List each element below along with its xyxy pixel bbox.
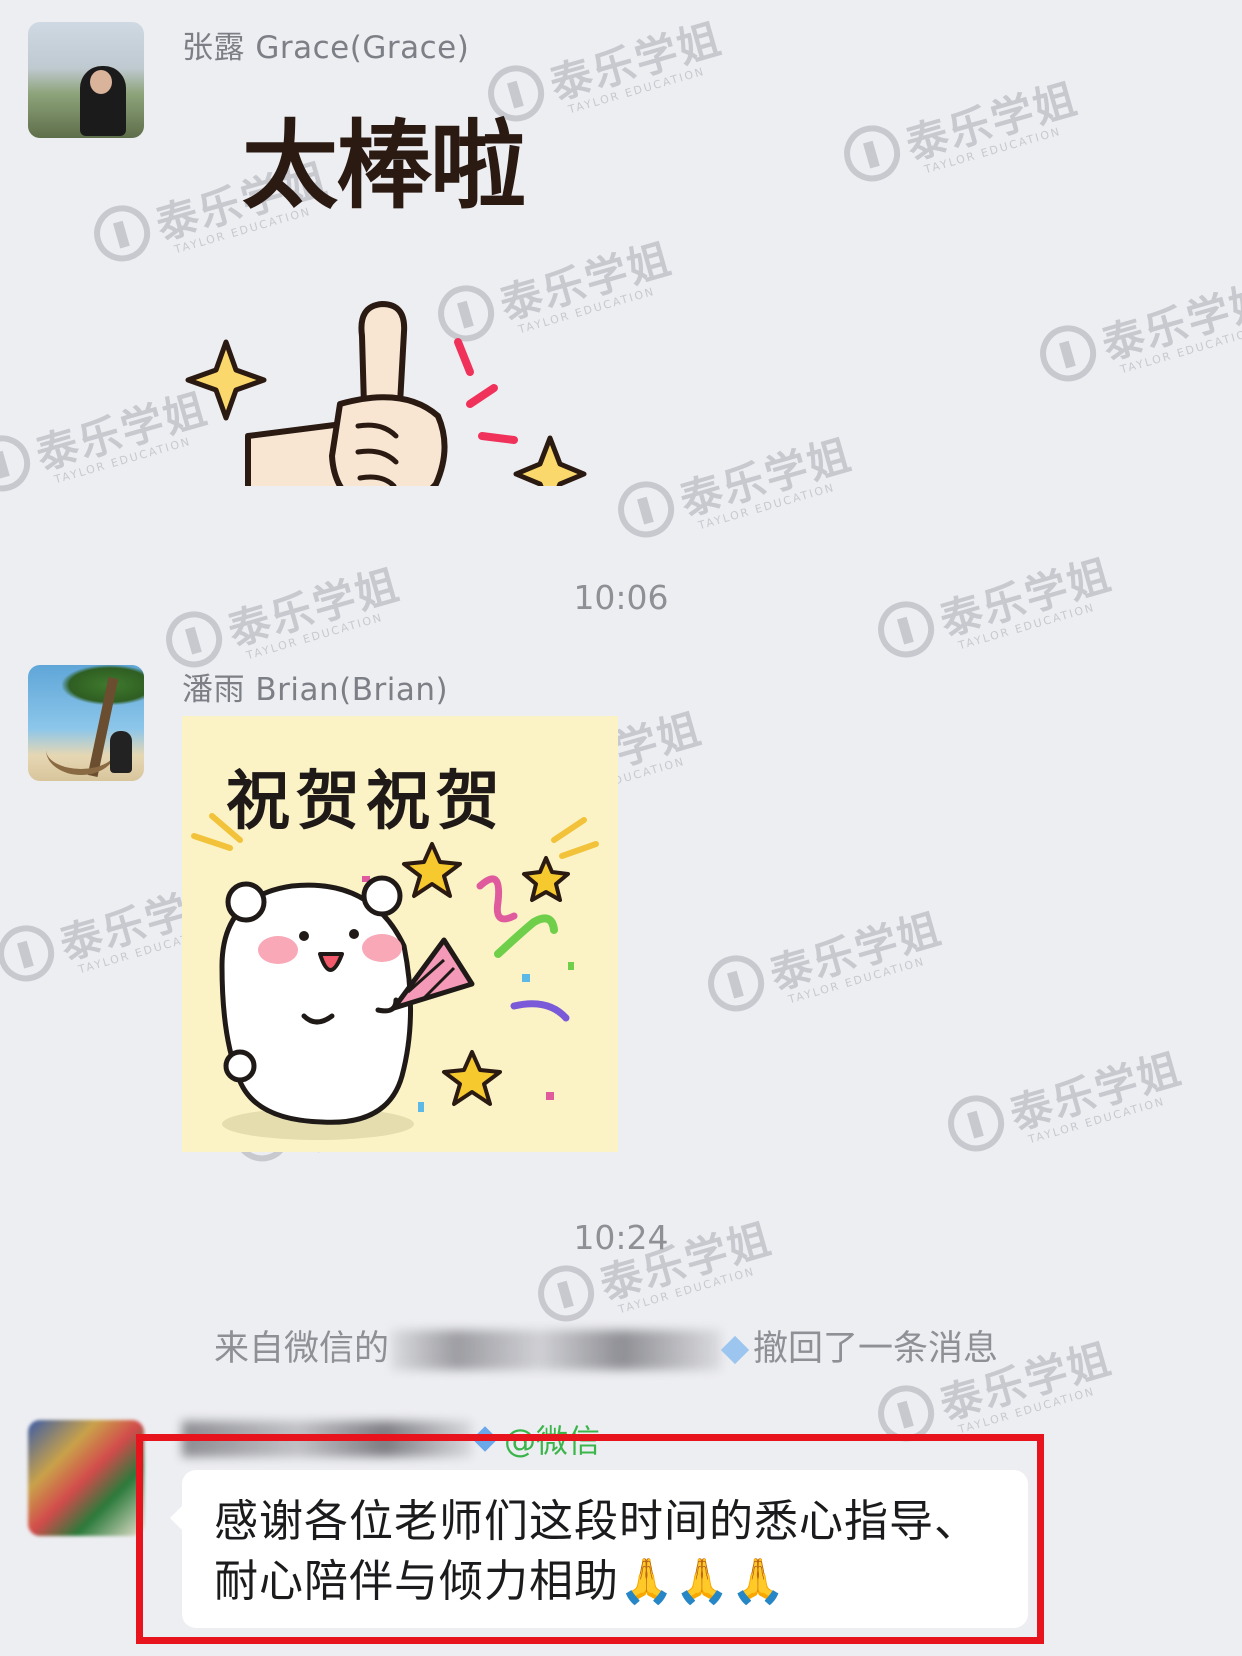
watermark-logo-icon xyxy=(87,198,157,268)
watermark: 泰乐学姐 TAYLOR EDUCATION xyxy=(701,895,950,1027)
redacted-name xyxy=(391,1330,722,1370)
sticker-congrats[interactable]: 祝贺祝贺 xyxy=(182,716,618,1152)
timestamp: 10:06 xyxy=(573,578,669,617)
avatar-grace[interactable] xyxy=(28,22,144,138)
enterprise-badge-icon xyxy=(472,1426,498,1452)
watermark: 泰乐学姐 TAYLOR EDUCATION xyxy=(837,65,1086,197)
watermark-logo-icon xyxy=(531,1258,601,1328)
chat-window: 泰乐学姐 TAYLOR EDUCATION 泰乐学姐 TAYLOR EDUCAT… xyxy=(0,0,1242,1656)
watermark-logo-icon xyxy=(871,1378,941,1448)
watermark-logo-icon xyxy=(1033,318,1103,388)
sender-name-redacted: @微信 xyxy=(182,1416,600,1464)
profile-photo-brian xyxy=(110,731,132,773)
watermark-logo-icon xyxy=(941,1088,1011,1158)
recall-notice-suffix: 撤回了一条消息 xyxy=(753,1329,999,1369)
watermark: 泰乐学姐 TAYLOR EDUCATION xyxy=(611,421,860,553)
message-text: 感谢各位老师们这段时间的悉心指导、耐心陪伴与倾力相助🙏🙏🙏 xyxy=(214,1496,979,1607)
source-tag: @微信 xyxy=(504,1422,601,1460)
enterprise-badge-icon xyxy=(720,1335,750,1365)
celebrating-bear-sticker-icon xyxy=(191,813,599,1140)
sticker-great[interactable]: 太棒啦 xyxy=(182,86,602,486)
watermark-logo-icon xyxy=(0,428,37,498)
watermark-logo-icon xyxy=(611,474,681,544)
sender-name-grace: 张露 Grace(Grace) xyxy=(182,30,470,66)
recall-notice-prefix: 来自微信的 xyxy=(214,1329,390,1369)
watermark: 泰乐学姐 TAYLOR EDUCATION xyxy=(1033,265,1242,397)
redacted-name xyxy=(182,1421,472,1457)
watermark-logo-icon xyxy=(701,948,771,1018)
watermark: 泰乐学姐 TAYLOR EDUCATION xyxy=(941,1035,1190,1167)
avatar-redacted[interactable] xyxy=(28,1420,144,1536)
recall-notice: 来自微信的 撤回了一条消息 xyxy=(214,1320,998,1371)
watermark-logo-icon xyxy=(837,118,907,188)
thumbs-up-sticker-icon xyxy=(185,301,587,486)
watermark-logo-icon xyxy=(0,918,61,988)
message-bubble[interactable]: 感谢各位老师们这段时间的悉心指导、耐心陪伴与倾力相助🙏🙏🙏 xyxy=(170,1470,1028,1628)
avatar-brian[interactable] xyxy=(28,665,144,781)
timestamp: 10:24 xyxy=(573,1218,669,1257)
sender-name-brian: 潘雨 Brian(Brian) xyxy=(182,672,449,708)
